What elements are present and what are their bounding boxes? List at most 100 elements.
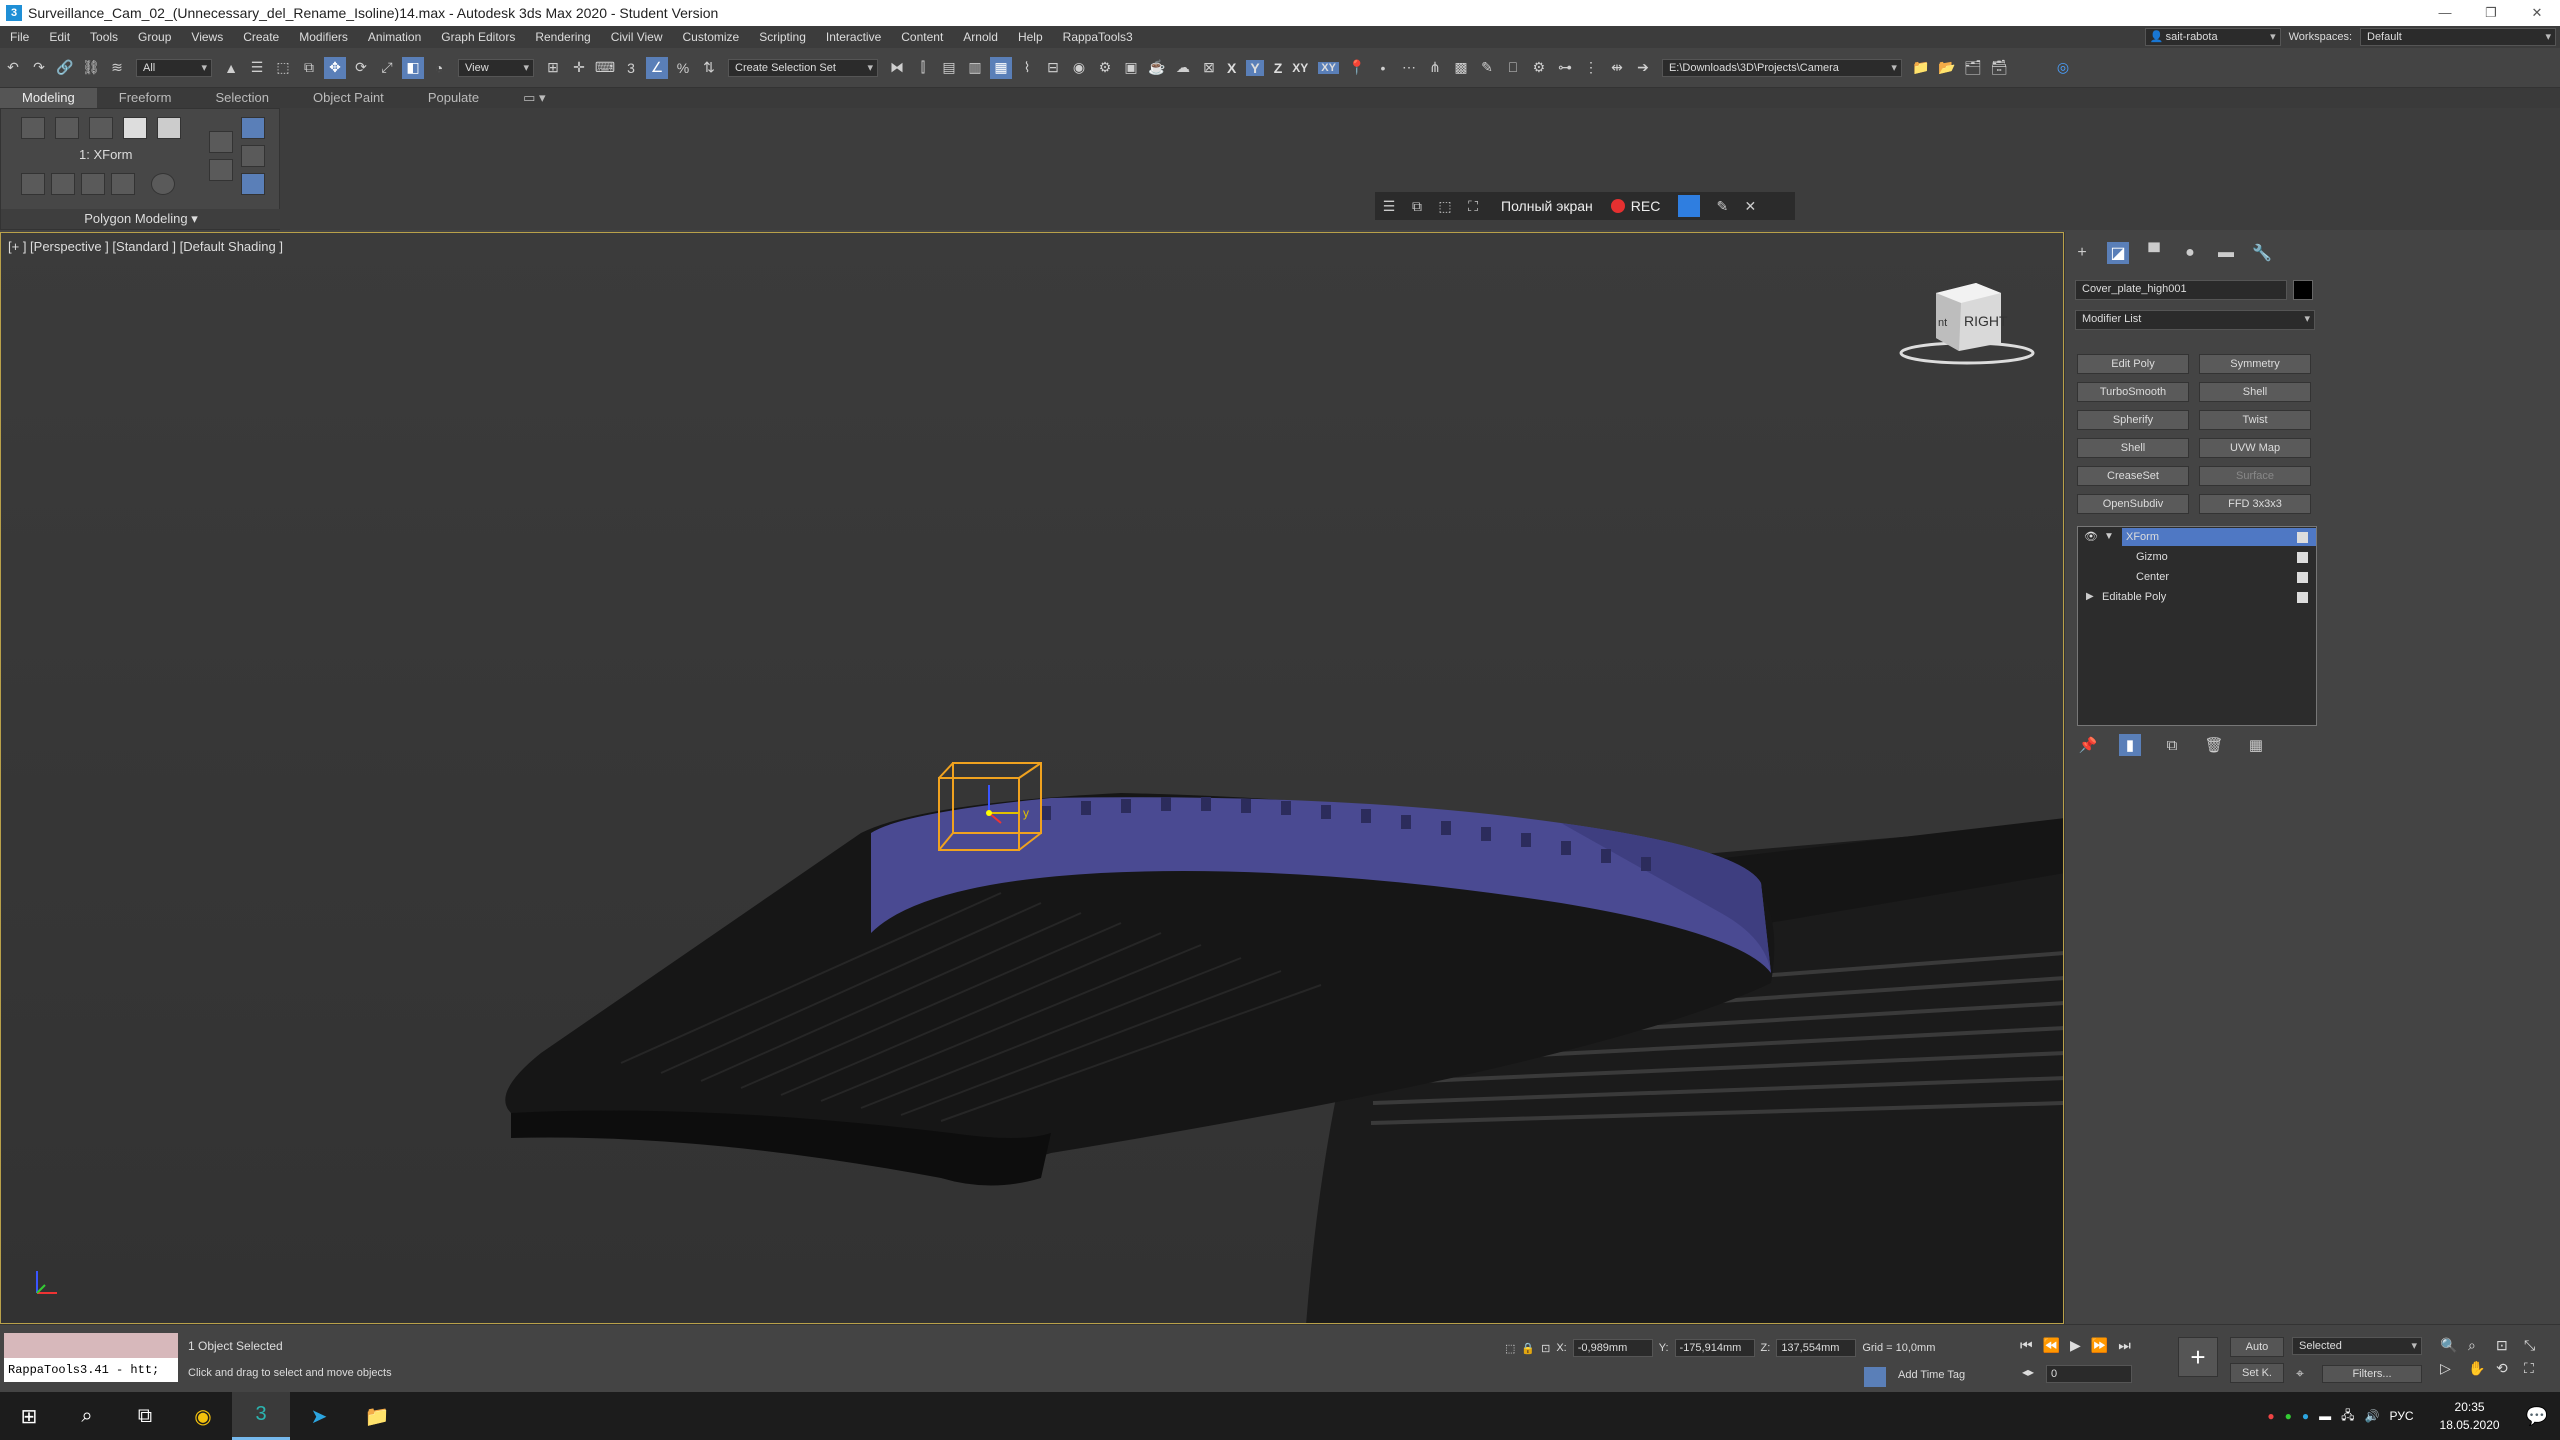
stack-toggle-box[interactable] (2297, 592, 2308, 603)
next-frame-icon[interactable]: ⏩ (2091, 1337, 2108, 1354)
utilities-tab-icon[interactable]: 🔧 (2251, 242, 2273, 264)
stack-toggle-box[interactable] (2297, 552, 2308, 563)
previous-modifier-icon[interactable] (21, 173, 45, 195)
stack-item-editable-poly[interactable]: ▶ Editable Poly (2078, 587, 2316, 607)
isoline-toggle-icon[interactable] (241, 173, 265, 195)
material-editor-icon[interactable]: ◉ (1068, 57, 1090, 79)
play-icon[interactable]: ▶ (2070, 1337, 2081, 1354)
unlink-icon[interactable]: ⛓ (80, 57, 102, 79)
maxscript-input[interactable]: RappaTools3.41 - htt; (4, 1358, 178, 1382)
time-tag-icon[interactable] (1864, 1367, 1886, 1387)
keyboard-shortcut-icon[interactable]: ⌨ (594, 57, 616, 79)
creaseset-button[interactable]: CreaseSet (2077, 466, 2189, 486)
connect-icon[interactable]: ⊶ (1554, 57, 1576, 79)
make-unique-icon[interactable]: ⧉ (2161, 734, 2183, 756)
display-tab-icon[interactable]: ▬ (2215, 242, 2237, 264)
surface-button[interactable]: Surface (2199, 466, 2311, 486)
axis-z-button[interactable]: Z (1274, 60, 1283, 76)
pivot-center-icon[interactable]: ⊞ (542, 57, 564, 79)
spinner-snap-icon[interactable]: ⇅ (698, 57, 720, 79)
weld-icon[interactable]: ⋯ (1398, 57, 1420, 79)
rendered-frame-icon[interactable]: ▣ (1120, 57, 1142, 79)
expand-right-icon[interactable]: ▶ (2086, 587, 2094, 607)
ffd-button[interactable]: FFD 3x3x3 (2199, 494, 2311, 514)
window-mode-icon[interactable]: ⧉ (1403, 198, 1431, 215)
menu-tools[interactable]: Tools (80, 30, 128, 44)
network-icon[interactable]: 🖧 (2341, 1406, 2354, 1427)
time-config-icon[interactable]: ◂▸ (2022, 1365, 2034, 1379)
collapse-stack-icon[interactable] (111, 173, 135, 195)
edit-poly-button[interactable]: Edit Poly (2077, 354, 2189, 374)
project-new-icon[interactable]: 🗃 (1988, 57, 2010, 79)
percent-snap-icon[interactable]: % (672, 57, 694, 79)
menu-views[interactable]: Views (181, 30, 233, 44)
gear-settings-icon[interactable]: ⚙ (1528, 57, 1550, 79)
project-open-icon[interactable]: 📂 (1936, 57, 1958, 79)
move-icon[interactable]: ✥ (324, 56, 346, 79)
snaps-toggle-icon[interactable]: 3 (620, 57, 642, 79)
shell-button-2[interactable]: Shell (2077, 438, 2189, 458)
zoom-extents-icon[interactable]: ⊡ (2496, 1337, 2524, 1354)
expand-down-icon[interactable]: ▼ (2104, 527, 2114, 547)
menu-file[interactable]: File (0, 30, 39, 44)
axis-xy-button[interactable]: XY (1292, 61, 1308, 75)
shell-button[interactable]: Shell (2199, 382, 2311, 402)
tab-object-paint[interactable]: Object Paint (291, 88, 406, 108)
schematic-view-icon[interactable]: ⊟ (1042, 57, 1064, 79)
stack-item-center[interactable]: Center (2078, 567, 2316, 587)
render-online-icon[interactable]: ☁ (1172, 57, 1194, 79)
add-time-tag[interactable]: Add Time Tag (1898, 1369, 1965, 1381)
volume-icon[interactable]: 🔊 (2365, 1409, 2380, 1423)
zoom-icon[interactable]: 🔍 (2440, 1337, 2468, 1354)
mirror-icon[interactable]: ⧓ (886, 57, 908, 79)
rect-selection-icon[interactable]: ⬚ (272, 57, 294, 79)
edge-mode-icon[interactable] (55, 117, 79, 139)
menu-civil-view[interactable]: Civil View (601, 30, 673, 44)
region-mode-icon[interactable]: ⬚ (1431, 198, 1459, 215)
menu-edit[interactable]: Edit (39, 30, 80, 44)
menu-interactive[interactable]: Interactive (816, 30, 891, 44)
viewport-label[interactable]: [+ ] [Perspective ] [Standard ] [Default… (8, 239, 283, 254)
user-account-dropdown[interactable]: 👤 sait-rabota (2144, 28, 2281, 46)
minimize-icon[interactable]: — (2422, 0, 2468, 26)
tray-app-icon[interactable]: ● (2267, 1409, 2274, 1423)
chrome-icon[interactable]: ◉ (174, 1392, 232, 1440)
render-setup-icon[interactable]: ⚙ (1094, 57, 1116, 79)
key-mode-icon[interactable]: ⌖ (2296, 1365, 2304, 1382)
axis-xy-toggle[interactable]: XY (1318, 61, 1339, 74)
menu-help[interactable]: Help (1008, 30, 1053, 44)
menu-group[interactable]: Group (128, 30, 181, 44)
modifier-list-dropdown[interactable]: Modifier List (2075, 310, 2315, 330)
select-manipulate-icon[interactable]: ✛ (568, 57, 590, 79)
show-end-result-icon[interactable] (241, 145, 265, 167)
rec-button[interactable]: REC (1631, 198, 1661, 214)
3dsmax-taskbar-icon[interactable]: 3 (232, 1392, 290, 1440)
polygon-modeling-dropdown[interactable]: Polygon Modeling ▾ (1, 209, 281, 229)
paint-icon[interactable]: ✎ (1476, 57, 1498, 79)
menu-create[interactable]: Create (233, 30, 289, 44)
hierarchy-icon[interactable]: ⋔ (1424, 57, 1446, 79)
render-iterative-icon[interactable]: ⊠ (1198, 57, 1220, 79)
scene-explorer-icon[interactable]: ▤ (938, 57, 960, 79)
current-frame-field[interactable]: 0 (2046, 1365, 2132, 1383)
place-icon[interactable]: ◧ (402, 56, 424, 79)
subdivision-icon[interactable] (151, 173, 175, 195)
axis-x-button[interactable]: X (1227, 60, 1236, 76)
menu-customize[interactable]: Customize (673, 30, 750, 44)
autodesk-icon[interactable]: ◎ (2052, 57, 2074, 79)
reference-coord-icon[interactable]: ◔ (428, 57, 450, 79)
layer-explorer-icon[interactable]: ▥ (964, 57, 986, 79)
opensubdiv-button[interactable]: OpenSubdiv (2077, 494, 2189, 514)
notification-icon[interactable]: 💬 (2526, 1406, 2548, 1427)
goto-end-icon[interactable]: ⏭ (2118, 1337, 2131, 1354)
file-explorer-icon[interactable]: 📁 (348, 1392, 406, 1440)
zoom-all-icon[interactable]: ⌕ (2468, 1337, 2496, 1354)
preserve-uvs-icon[interactable] (241, 117, 265, 139)
goto-start-icon[interactable]: ⏮ (2020, 1337, 2033, 1354)
recorder-close-icon[interactable]: ✕ (1736, 198, 1764, 215)
orbit-icon[interactable]: ⟲ (2496, 1360, 2524, 1377)
perspective-viewport[interactable]: y RIGHT nt [+ ] [Perspective ] [Standard… (0, 232, 2064, 1324)
pin-stack-icon[interactable]: 📌 (2077, 734, 2099, 756)
menu-rappatools[interactable]: RappaTools3 (1053, 30, 1143, 44)
stack-item-gizmo[interactable]: Gizmo (2078, 547, 2316, 567)
